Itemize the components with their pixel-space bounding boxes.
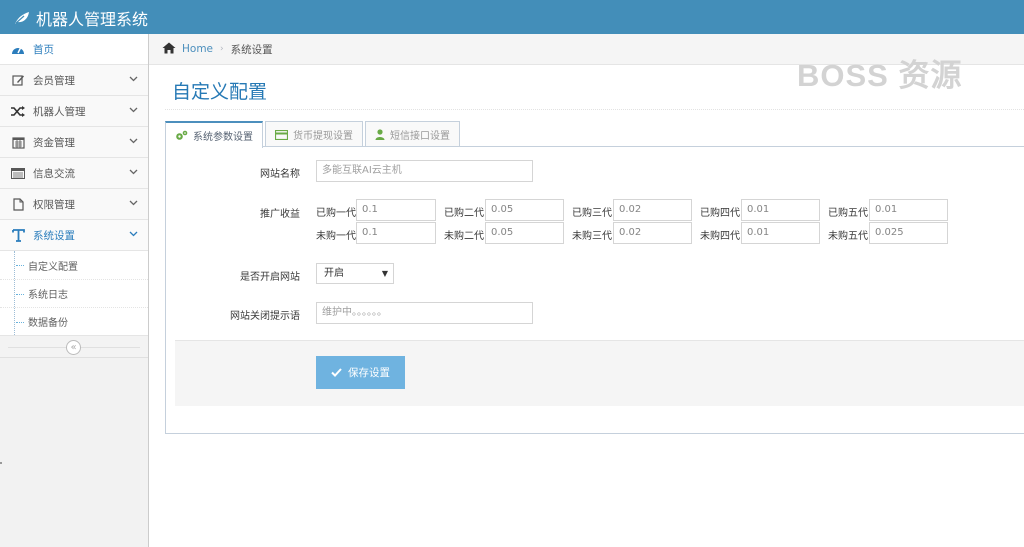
submenu-item-system-log[interactable]: 系统日志: [0, 279, 148, 307]
home-icon: [162, 42, 176, 57]
bought-gen1-label: 已购一代: [316, 208, 356, 219]
settings-tabs: 系统参数设置 货币提现设置 短信接口设置: [165, 121, 462, 148]
sidebar-item-label: 会员管理: [33, 74, 75, 87]
edit-icon: [10, 73, 26, 87]
header-divider: [165, 109, 1024, 110]
chevron-down-icon: [129, 136, 138, 148]
cogs-icon: [175, 130, 188, 141]
sidebar-item-label: 系统设置: [33, 229, 75, 242]
page-title: 自定义配置: [172, 81, 268, 103]
bought-gen2-input[interactable]: 0.05: [485, 199, 564, 221]
tab-label: 系统参数设置: [193, 132, 253, 143]
top-navbar: 机器人管理系统: [0, 0, 1024, 34]
sidebar-item-funds[interactable]: 资金管理: [0, 127, 148, 158]
submenu-item-label: 系统日志: [28, 290, 68, 301]
sidebar-collapse-bar: «: [0, 336, 148, 358]
sidebar-item-settings[interactable]: 系统设置: [0, 220, 148, 251]
watermark: BOSS 资源: [797, 58, 963, 93]
sidebar-item-messages[interactable]: 信息交流: [0, 158, 148, 189]
bought-gen4-label: 已购四代: [700, 208, 740, 219]
sidebar-item-label: 首页: [33, 43, 54, 56]
sidebar-item-permissions[interactable]: 权限管理: [0, 189, 148, 220]
file-icon: [10, 197, 26, 211]
submenu-item-label: 自定义配置: [28, 261, 78, 273]
chevron-down-icon: [129, 74, 138, 86]
sidebar-item-label: 资金管理: [33, 136, 75, 149]
sidebar-item-robots[interactable]: 机器人管理: [0, 96, 148, 127]
bought-gen1-input[interactable]: 0.1: [356, 199, 436, 221]
tab-system-params[interactable]: 系统参数设置: [165, 121, 263, 148]
collapse-sidebar-button[interactable]: «: [66, 340, 81, 355]
check-icon: [331, 368, 342, 377]
bought-gen5-label: 已购五代: [828, 208, 868, 219]
site-name-input[interactable]: 多能互联AI云主机: [316, 160, 533, 182]
submenu-item-data-backup[interactable]: 数据备份: [0, 307, 148, 335]
sidebar-item-home[interactable]: 首页: [0, 34, 148, 65]
unbought-gen3-input[interactable]: 0.02: [613, 222, 692, 244]
calendar-icon: [10, 135, 26, 149]
tachometer-icon: [10, 42, 26, 56]
submenu-item-label: 数据备份: [28, 318, 68, 329]
caret-down-icon: ▼: [381, 269, 388, 278]
bought-gen4-input[interactable]: 0.01: [741, 199, 820, 221]
promo-income-label: 推广收益: [260, 209, 300, 220]
app-title: 机器人管理系统: [36, 10, 149, 29]
unbought-gen3-label: 未购三代: [572, 231, 612, 242]
credit-card-icon: [275, 129, 288, 140]
decorative-dot: [0, 462, 2, 464]
site-open-label: 是否开启网站: [240, 272, 300, 283]
random-icon: [10, 104, 26, 118]
unbought-gen2-label: 未购二代: [444, 231, 484, 242]
unbought-gen2-input[interactable]: 0.05: [485, 222, 564, 244]
breadcrumb-home-link[interactable]: Home: [182, 43, 213, 55]
unbought-gen1-label: 未购一代: [316, 231, 356, 242]
tab-sms-interface[interactable]: 短信接口设置: [365, 121, 460, 147]
unbought-gen4-label: 未购四代: [700, 231, 740, 242]
bought-gen3-input[interactable]: 0.02: [613, 199, 692, 221]
site-name-label: 网站名称: [260, 169, 300, 180]
leaf-icon: [15, 12, 29, 24]
breadcrumb-current: 系统设置: [230, 43, 273, 56]
bought-gen5-input[interactable]: 0.01: [869, 199, 948, 221]
list-icon: [10, 166, 26, 180]
settings-submenu: 自定义配置 系统日志 数据备份: [0, 251, 148, 336]
tab-label: 货币提现设置: [293, 131, 353, 142]
text-icon: [10, 228, 26, 242]
chevron-down-icon: [129, 198, 138, 210]
sidebar-item-label: 权限管理: [33, 198, 75, 211]
submenu-item-custom-config[interactable]: 自定义配置: [0, 251, 148, 279]
chevron-down-icon: [129, 229, 138, 241]
site-open-value: 开启: [324, 268, 344, 279]
sidebar: 首页 会员管理 机器人管理 资金管理 信息交流 权限管理 系统设置 自定义配置 …: [0, 34, 149, 547]
tab-currency-withdraw[interactable]: 货币提现设置: [265, 121, 363, 147]
form-actions: [175, 340, 1024, 406]
save-button-label: 保存设置: [348, 367, 390, 379]
chevron-down-icon: [129, 167, 138, 179]
brand[interactable]: 机器人管理系统: [14, 6, 148, 30]
user-icon: [375, 129, 385, 140]
unbought-gen4-input[interactable]: 0.01: [741, 222, 820, 244]
unbought-gen1-input[interactable]: 0.1: [356, 222, 436, 244]
sidebar-item-label: 信息交流: [33, 167, 75, 180]
sidebar-item-members[interactable]: 会员管理: [0, 65, 148, 96]
bought-gen2-label: 已购二代: [444, 208, 484, 219]
close-msg-label: 网站关闭提示语: [230, 311, 300, 322]
sidebar-item-label: 机器人管理: [33, 105, 86, 118]
bought-gen3-label: 已购三代: [572, 208, 612, 219]
site-open-select[interactable]: 开启 ▼: [316, 263, 394, 284]
tab-label: 短信接口设置: [390, 131, 450, 142]
close-msg-input[interactable]: 维护中。。。。。。: [316, 302, 533, 324]
unbought-gen5-input[interactable]: 0.025: [869, 222, 948, 244]
breadcrumb-separator-icon: ›: [220, 44, 224, 54]
chevron-down-icon: [129, 105, 138, 117]
unbought-gen5-label: 未购五代: [828, 231, 868, 242]
save-button[interactable]: 保存设置: [316, 356, 405, 389]
